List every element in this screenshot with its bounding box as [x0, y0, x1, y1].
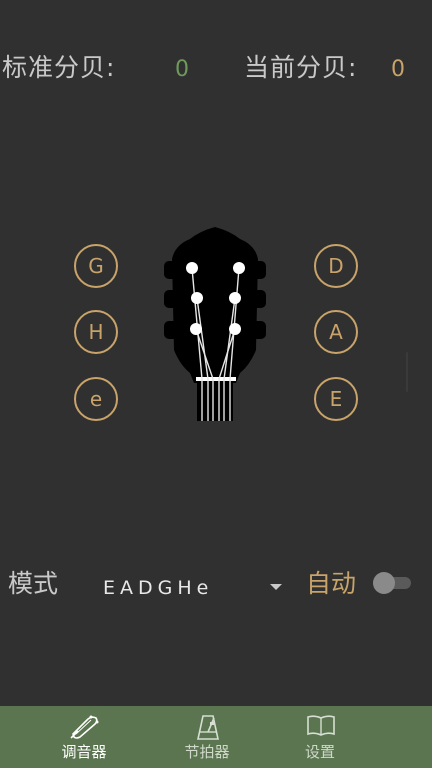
tuner-screen: 标准分贝: 0 当前分贝: 0 G H e D A E 模式 EADGHe 自动…	[0, 0, 432, 768]
guitar-headstock-icon	[70, 715, 99, 739]
metronome-icon	[197, 715, 219, 740]
dropdown-arrow-icon	[270, 584, 282, 590]
string-button-a[interactable]: A	[314, 310, 358, 354]
string-button-d[interactable]: D	[314, 244, 358, 288]
guitar-headstock-icon	[164, 227, 266, 421]
tab-settings-label: 设置	[304, 743, 335, 761]
current-decibel-value: 0	[391, 57, 405, 82]
tuning-dropdown[interactable]: EADGHe	[100, 572, 290, 604]
standard-decibel-label: 标准分贝:	[2, 53, 116, 82]
tab-tuner-label: 调音器	[61, 743, 107, 761]
string-button-e-high[interactable]: e	[74, 377, 118, 421]
string-button-h[interactable]: H	[74, 310, 118, 354]
string-button-e-low[interactable]: E	[314, 377, 358, 421]
bottom-tab-bar: 调音器 节拍器 设置	[0, 706, 432, 768]
standard-decibel-value: 0	[175, 57, 189, 82]
auto-label: 自动	[306, 569, 357, 598]
book-icon	[307, 715, 335, 736]
toggle-thumb	[373, 572, 395, 594]
current-decibel-label: 当前分贝:	[244, 53, 358, 82]
tab-metronome-label: 节拍器	[184, 743, 230, 761]
tuning-value: EADGHe	[103, 577, 214, 599]
string-button-g[interactable]: G	[74, 244, 118, 288]
tab-metronome[interactable]: 节拍器	[157, 706, 257, 768]
mode-label: 模式	[8, 569, 59, 598]
tab-tuner[interactable]: 调音器	[34, 706, 134, 768]
scroll-indicator	[406, 352, 408, 392]
auto-toggle[interactable]	[373, 572, 411, 594]
decibel-row: 标准分贝: 0 当前分贝: 0	[0, 50, 432, 90]
tab-settings[interactable]: 设置	[270, 706, 370, 768]
